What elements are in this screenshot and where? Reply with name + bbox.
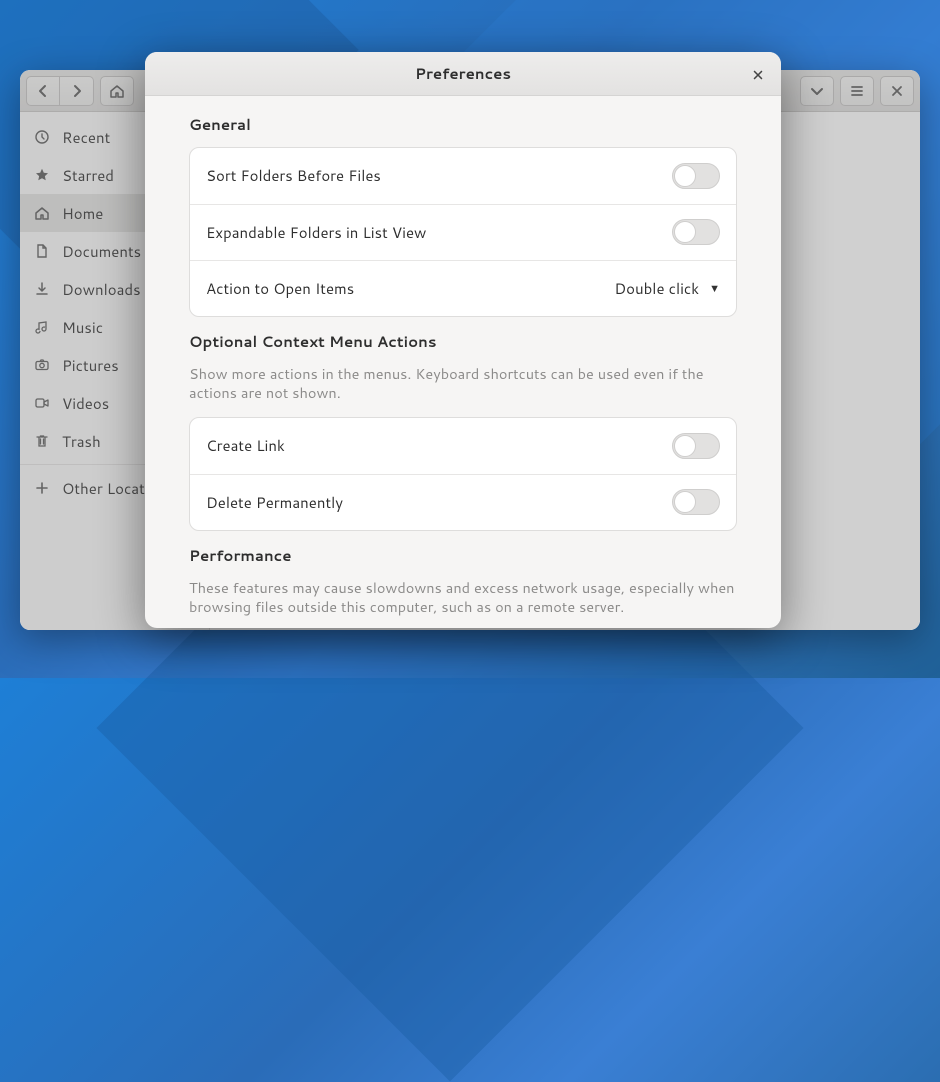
- row-open-action: Action to Open Items Double click ▼: [190, 260, 736, 316]
- chevron-left-icon: [35, 83, 51, 99]
- row-label: Sort Folders Before Files: [206, 165, 672, 186]
- row-label: Delete Permanently: [206, 492, 672, 513]
- preferences-close-button[interactable]: [743, 60, 773, 90]
- preferences-title: Preferences: [415, 63, 511, 84]
- sidebar-item-label: Trash: [62, 431, 101, 452]
- switch-delete-permanently[interactable]: [672, 489, 720, 515]
- general-listbox: Sort Folders Before Files Expandable Fol…: [189, 147, 737, 317]
- row-expandable-folders: Expandable Folders in List View: [190, 204, 736, 260]
- video-icon: [34, 395, 50, 411]
- section-title-general: General: [189, 114, 737, 135]
- trash-icon: [34, 433, 50, 449]
- view-options-button[interactable]: [800, 76, 834, 106]
- switch-sort-folders[interactable]: [672, 163, 720, 189]
- clock-icon: [34, 129, 50, 145]
- plus-icon: [34, 480, 50, 496]
- section-title-context-menu: Optional Context Menu Actions: [189, 331, 737, 352]
- sidebar-item-label: Videos: [62, 393, 109, 414]
- row-label: Action to Open Items: [206, 278, 614, 299]
- switch-create-link[interactable]: [672, 433, 720, 459]
- camera-icon: [34, 357, 50, 373]
- row-label: Create Link: [206, 435, 672, 456]
- preferences-titlebar: Preferences: [145, 52, 781, 96]
- chevron-right-icon: [69, 83, 85, 99]
- close-icon: [751, 68, 765, 82]
- section-desc-context-menu: Show more actions in the menus. Keyboard…: [189, 364, 737, 403]
- switch-expandable-folders[interactable]: [672, 219, 720, 245]
- sidebar-item-label: Pictures: [62, 355, 119, 376]
- preferences-dialog: Preferences General Sort Folders Before …: [145, 52, 781, 628]
- document-icon: [34, 243, 50, 259]
- nav-buttons: [26, 76, 94, 106]
- row-create-link: Create Link: [190, 418, 736, 474]
- close-icon: [889, 83, 905, 99]
- combo-value: Double click: [614, 278, 699, 299]
- star-icon: [34, 167, 50, 183]
- back-button[interactable]: [26, 76, 60, 106]
- window-close-button[interactable]: [880, 76, 914, 106]
- home-pathbar-button[interactable]: [100, 76, 134, 106]
- row-label: Expandable Folders in List View: [206, 222, 672, 243]
- row-delete-permanently: Delete Permanently: [190, 474, 736, 530]
- sidebar-item-label: Downloads: [62, 279, 141, 300]
- forward-button[interactable]: [60, 76, 94, 106]
- sidebar-item-label: Home: [62, 203, 103, 224]
- sidebar-item-label: Starred: [62, 165, 114, 186]
- music-icon: [34, 319, 50, 335]
- home-icon: [34, 205, 50, 221]
- chevron-down-icon: ▼: [709, 280, 720, 296]
- home-icon: [109, 83, 125, 99]
- sidebar-item-label: Recent: [62, 127, 110, 148]
- hamburger-menu-button[interactable]: [840, 76, 874, 106]
- section-title-performance: Performance: [189, 545, 737, 566]
- context-menu-listbox: Create Link Delete Permanently: [189, 417, 737, 531]
- row-sort-folders: Sort Folders Before Files: [190, 148, 736, 204]
- combo-open-action[interactable]: Double click ▼: [614, 278, 720, 299]
- download-icon: [34, 281, 50, 297]
- preferences-body: General Sort Folders Before Files Expand…: [145, 96, 781, 628]
- chevron-down-icon: [809, 83, 825, 99]
- section-desc-performance: These features may cause slowdowns and e…: [189, 578, 737, 617]
- sidebar-item-label: Music: [62, 317, 103, 338]
- hamburger-icon: [849, 83, 865, 99]
- sidebar-item-label: Documents: [62, 241, 141, 262]
